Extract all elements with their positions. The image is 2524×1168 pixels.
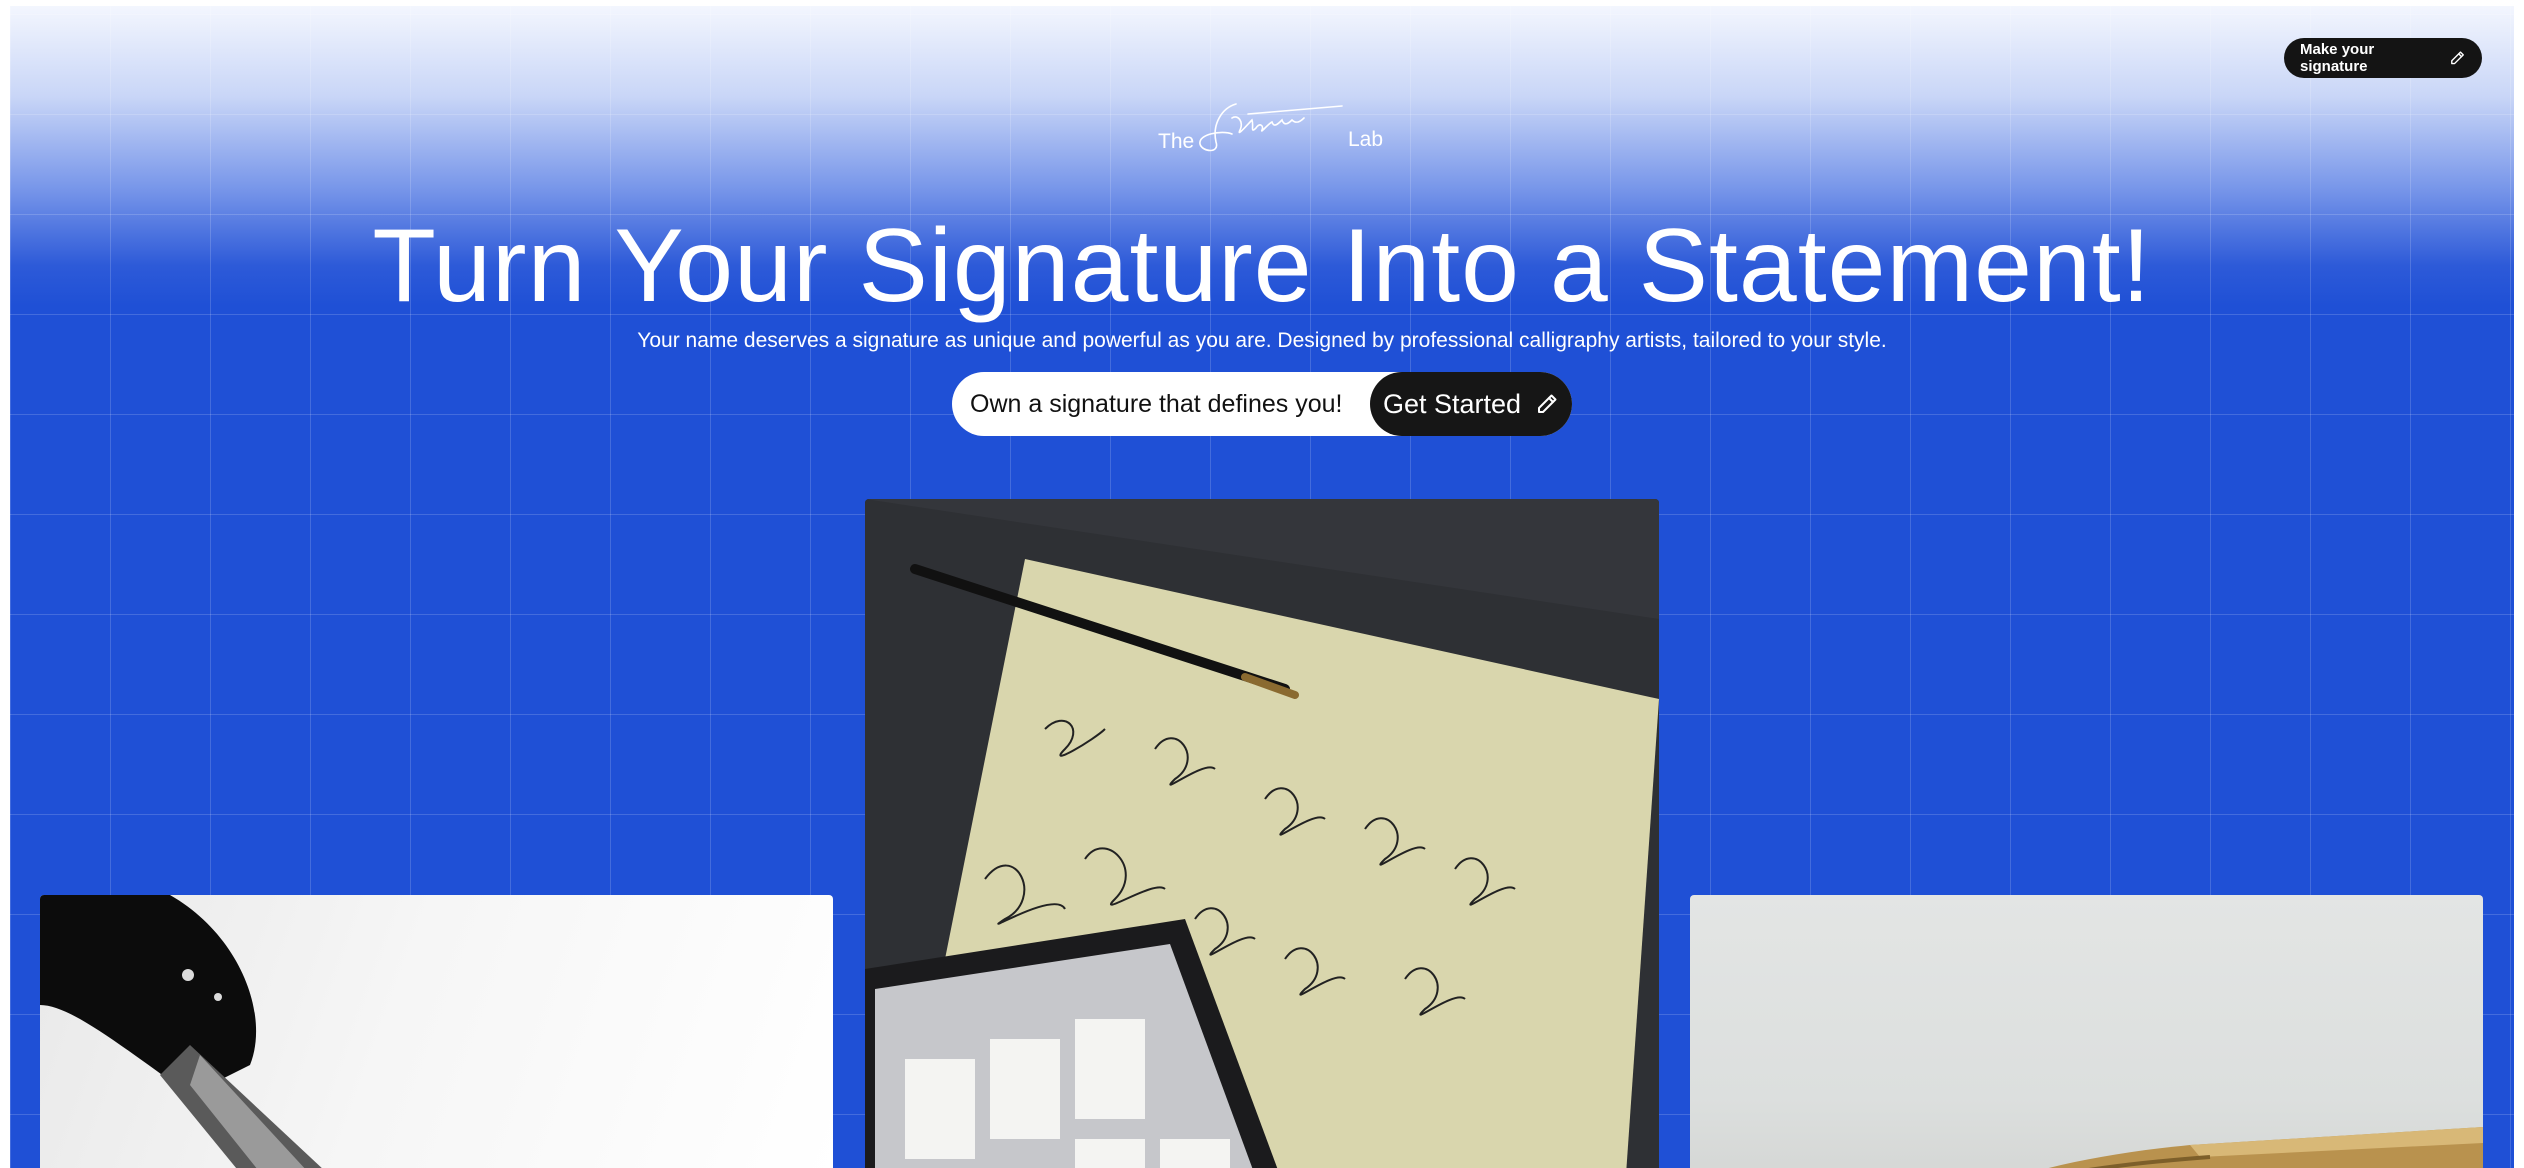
gallery-image-gold-pen bbox=[1690, 895, 2483, 1168]
gallery-image-pen-nib bbox=[40, 895, 833, 1168]
get-started-button[interactable]: Get Started bbox=[1370, 372, 1572, 436]
pencil-icon bbox=[2451, 51, 2465, 65]
logo-prefix: The bbox=[1158, 130, 1195, 153]
hero-subtitle: Your name deserves a signature as unique… bbox=[637, 329, 1887, 352]
pencil-icon bbox=[1538, 394, 1557, 413]
signature-input[interactable] bbox=[952, 371, 1370, 437]
brand-logo[interactable]: The Lab bbox=[1140, 86, 1390, 166]
logo-suffix: Lab bbox=[1348, 128, 1384, 151]
make-signature-label: Make your signature bbox=[2300, 41, 2375, 75]
gold-pen-illustration bbox=[2048, 1127, 2483, 1168]
signature-sketches-illustration bbox=[865, 499, 1659, 1168]
logo-script-signature bbox=[1199, 103, 1343, 152]
hero-title: Turn Your Signature Into a Statement! bbox=[372, 208, 2152, 324]
gallery-image-signature-sketches bbox=[865, 499, 1659, 1168]
get-started-label: Get Started bbox=[1382, 388, 1522, 419]
pen-nib-illustration bbox=[40, 895, 322, 1168]
make-signature-button[interactable]: Make your signature bbox=[2284, 38, 2482, 78]
hero-section: Make your signature The Lab Turn Your Si… bbox=[10, 6, 2514, 1168]
signup-form: Get Started bbox=[952, 371, 1572, 437]
